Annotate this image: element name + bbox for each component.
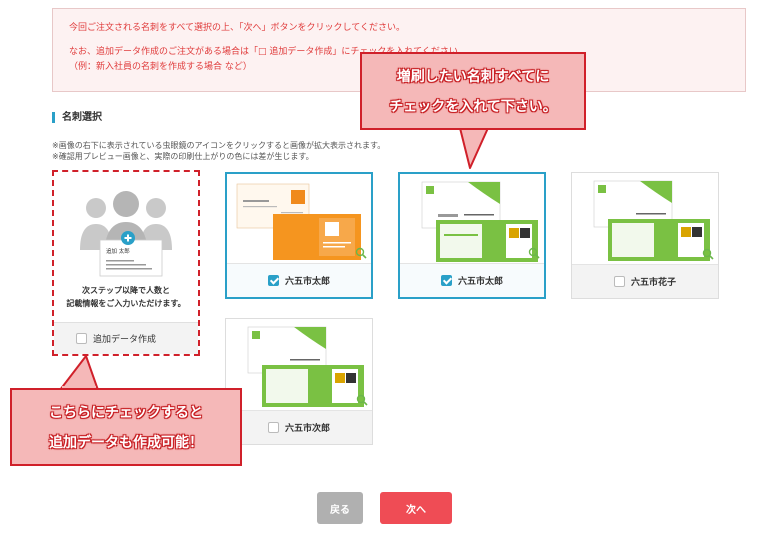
card-1[interactable]: 六五市太郎 — [225, 172, 373, 299]
next-button[interactable]: 次へ — [380, 492, 452, 524]
callout-bottom-line-1: こちらにチェックすると — [49, 405, 203, 421]
card-3[interactable]: 六五市花子 — [571, 172, 719, 299]
add-message-line-1: 次ステップ以降で人数と — [82, 286, 170, 295]
callout-bottom-line-2: 追加データも作成可能！ — [49, 435, 203, 451]
card-4-label: 六五市次郎 — [284, 424, 330, 434]
callout-select-reprint: 増刷したい名刺すべてに チェックを入れて下さい。 — [360, 52, 586, 130]
section-title: 名刺選択 — [52, 112, 102, 123]
card-thumbnail — [236, 183, 361, 260]
back-button[interactable]: 戻る — [317, 492, 363, 524]
magnifier-icon[interactable] — [528, 247, 540, 259]
magnifier-icon[interactable] — [355, 247, 367, 259]
card-2-label: 六五市太郎 — [457, 277, 503, 287]
card-2[interactable]: 六五市太郎 — [398, 172, 546, 299]
card-thumbnail — [421, 181, 538, 262]
card-3-label: 六五市花子 — [630, 278, 676, 288]
card-1-label: 六五市太郎 — [284, 277, 330, 287]
add-data-checkbox[interactable] — [76, 333, 87, 344]
notice-line-1: 今回ご注文される名刺をすべて選択の上、「次へ」ボタンをクリックしてください。 — [69, 23, 405, 33]
note-color: ※確認用プレビュー画像と、実際の印刷仕上がりの色には差が生じます。 — [52, 152, 314, 161]
callout-top-line-1: 増刷したい名刺すべてに — [396, 69, 550, 85]
callout-top-line-2: チェックを入れて下さい。 — [389, 99, 557, 115]
add-data-label: 追加データ作成 — [93, 335, 157, 345]
card-1-checkbox[interactable] — [267, 275, 279, 286]
add-data-checkbox-row[interactable]: 追加データ作成 — [54, 322, 198, 354]
card-2-checkbox[interactable] — [440, 275, 452, 286]
card-thumbnail — [593, 180, 710, 261]
card-4-checkbox[interactable] — [267, 422, 279, 433]
card-thumbnail — [247, 326, 364, 407]
magnifier-icon[interactable] — [356, 394, 368, 406]
card-2-checkbox-row[interactable]: 六五市太郎 — [400, 263, 544, 297]
preview-name: 追加 太郎 — [106, 247, 130, 255]
add-data-message: 次ステップ以降で人数と 記載情報をご入力いただけます。 — [54, 284, 198, 310]
add-person-illustration: 追加 太郎 — [80, 191, 172, 277]
card-4-checkbox-row[interactable]: 六五市次郎 — [226, 410, 372, 444]
add-message-line-2: 記載情報をご入力いただけます。 — [66, 299, 186, 308]
add-data-card[interactable]: 追加 太郎 次ステップ以降で人数と 記載情報をご入力いただけます。 追加データ作… — [52, 170, 200, 356]
note-zoom: ※画像の右下に表示されている虫眼鏡のアイコンをクリックすると画像が拡大表示されま… — [52, 141, 386, 150]
callout-add-data: こちらにチェックすると 追加データも作成可能！ — [10, 388, 242, 466]
card-4[interactable]: 六五市次郎 — [225, 318, 373, 445]
card-3-checkbox[interactable] — [613, 276, 625, 287]
magnifier-icon[interactable] — [702, 248, 714, 260]
card-3-checkbox-row[interactable]: 六五市花子 — [572, 264, 718, 298]
card-1-checkbox-row[interactable]: 六五市太郎 — [227, 263, 371, 297]
